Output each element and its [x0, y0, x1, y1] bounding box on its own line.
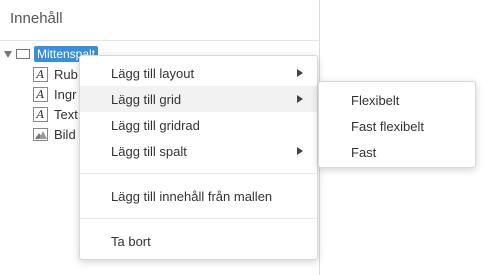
submenu-arrow-icon — [297, 147, 303, 155]
text-a-icon: A — [33, 106, 48, 122]
menu-item-add-gridrow[interactable]: Lägg till gridrad — [80, 112, 317, 138]
menu-item-add-grid[interactable]: Lägg till grid — [80, 86, 317, 112]
submenu-item-fixed-flexible[interactable]: Fast flexibelt — [319, 113, 475, 139]
submenu-item-flexible[interactable]: Flexibelt — [319, 87, 475, 113]
submenu-item-label: Fast — [351, 144, 377, 160]
container-icon — [16, 49, 30, 59]
submenu-item-label: Flexibelt — [351, 92, 400, 108]
menu-item-label: Lägg till spalt — [111, 143, 187, 159]
menu-item-label: Ta bort — [111, 233, 151, 249]
tree-item-rub[interactable]: A Rub — [33, 66, 78, 82]
menu-separator — [80, 218, 317, 219]
submenu-arrow-icon — [297, 95, 303, 103]
image-icon — [33, 127, 48, 141]
panel-divider — [0, 40, 319, 41]
menu-item-add-from-template[interactable]: Lägg till innehåll från mallen — [80, 183, 317, 209]
tree-item-ingr[interactable]: A Ingr — [33, 86, 76, 102]
tree-item-bild[interactable]: Bild — [33, 126, 76, 142]
menu-item-label: Lägg till grid — [111, 91, 182, 107]
menu-item-label: Lägg till gridrad — [111, 117, 200, 133]
menu-separator — [80, 173, 317, 174]
text-a-icon: A — [33, 66, 48, 82]
menu-item-add-layout[interactable]: Lägg till layout — [80, 60, 317, 86]
context-menu: Lägg till layout Lägg till grid Lägg til… — [79, 55, 318, 260]
menu-item-label: Lägg till layout — [111, 65, 195, 81]
text-a-icon: A — [33, 86, 48, 102]
tree-item-label: Text — [54, 106, 78, 122]
menu-item-delete[interactable]: Ta bort — [80, 228, 317, 254]
tree-item-label: Ingr — [54, 86, 77, 102]
tree-item-label: Rub — [54, 66, 78, 82]
panel-title: Innehåll — [10, 10, 63, 27]
stage: Innehåll Mittenspalt A Rub A Ingr A Text… — [0, 0, 488, 275]
tree-item-text[interactable]: A Text — [33, 106, 78, 122]
submenu-item-label: Fast flexibelt — [351, 118, 424, 134]
menu-item-add-column[interactable]: Lägg till spalt — [80, 138, 317, 164]
tree-item-label: Bild — [54, 126, 76, 142]
submenu-item-fixed[interactable]: Fast — [319, 139, 475, 165]
expand-triangle-icon[interactable] — [4, 50, 12, 58]
submenu-arrow-icon — [297, 69, 303, 77]
menu-item-label: Lägg till innehåll från mallen — [111, 188, 273, 204]
grid-submenu: Flexibelt Fast flexibelt Fast — [318, 81, 476, 168]
